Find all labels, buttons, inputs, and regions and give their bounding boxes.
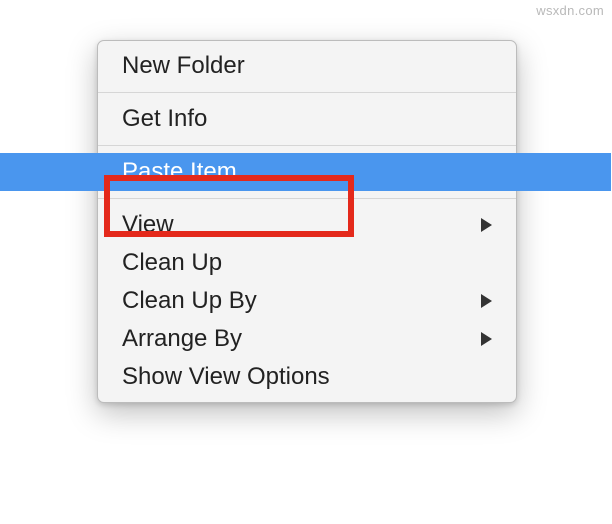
submenu-arrow-icon — [481, 294, 492, 308]
menu-item-clean-up-by[interactable]: Clean Up By — [98, 282, 516, 320]
menu-item-label: Clean Up By — [122, 287, 257, 315]
menu-item-label: Paste Item — [122, 158, 237, 186]
menu-item-label: New Folder — [122, 52, 245, 80]
menu-item-arrange-by[interactable]: Arrange By — [98, 320, 516, 358]
menu-separator — [98, 198, 516, 199]
submenu-arrow-icon — [481, 218, 492, 232]
menu-item-label: Show View Options — [122, 363, 330, 391]
menu-item-show-view-options[interactable]: Show View Options — [98, 358, 516, 396]
watermark-text: wsxdn.com — [536, 3, 604, 18]
menu-item-clean-up[interactable]: Clean Up — [98, 244, 516, 282]
menu-item-label: Get Info — [122, 105, 207, 133]
menu-separator — [98, 92, 516, 93]
menu-item-label: View — [122, 211, 174, 239]
menu-item-label: Arrange By — [122, 325, 242, 353]
context-menu: New Folder Get Info Paste Item View Clea… — [97, 40, 517, 403]
menu-item-paste-item[interactable]: Paste Item — [98, 153, 516, 191]
menu-item-view[interactable]: View — [98, 206, 516, 244]
menu-separator — [98, 145, 516, 146]
menu-item-new-folder[interactable]: New Folder — [98, 47, 516, 85]
menu-item-label: Clean Up — [122, 249, 222, 277]
menu-item-get-info[interactable]: Get Info — [98, 100, 516, 138]
submenu-arrow-icon — [481, 332, 492, 346]
